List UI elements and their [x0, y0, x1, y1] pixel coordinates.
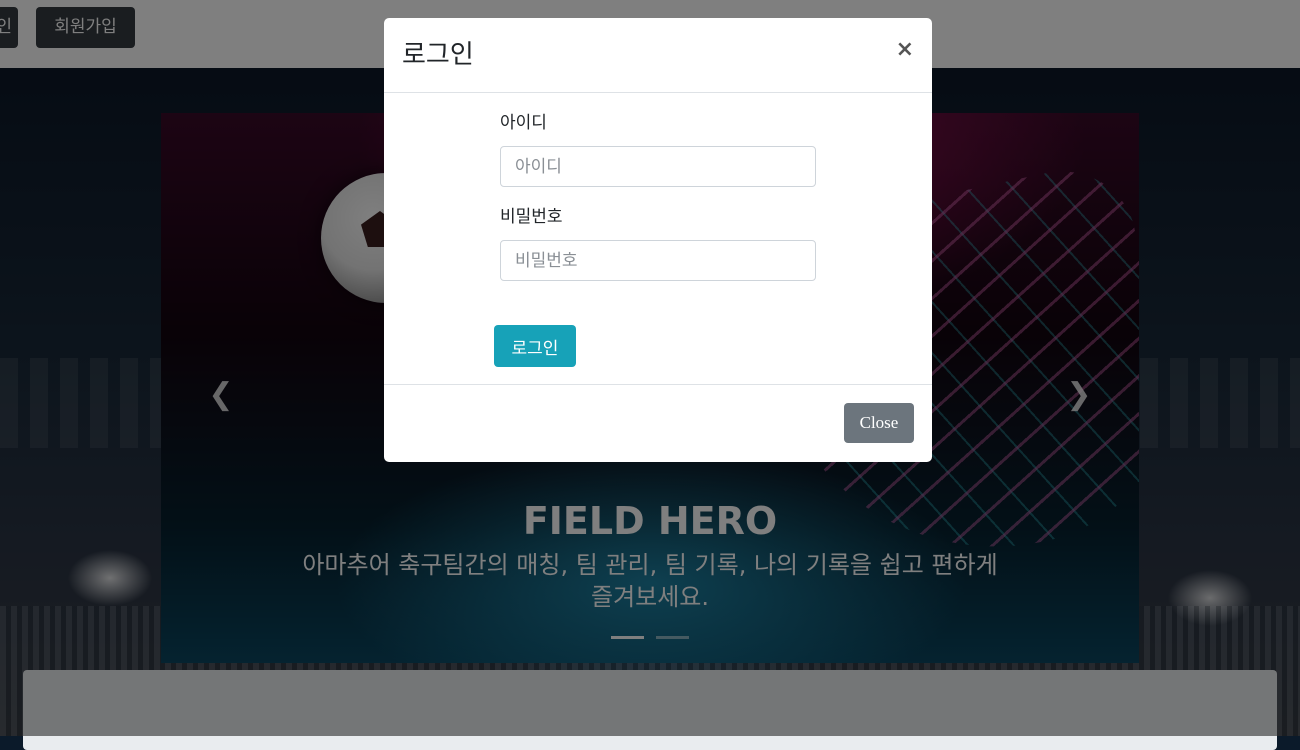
id-label: 아이디: [500, 113, 547, 133]
password-input[interactable]: [500, 240, 816, 281]
close-icon[interactable]: ×: [896, 36, 914, 64]
modal-title: 로그인: [402, 40, 474, 70]
login-modal: 로그인 × 아이디 비밀번호 로그인 Close: [384, 18, 932, 462]
login-submit-button[interactable]: 로그인: [494, 325, 576, 367]
id-input[interactable]: [500, 146, 816, 187]
close-button[interactable]: Close: [844, 403, 914, 443]
password-label: 비밀번호: [500, 207, 563, 227]
modal-footer: Close: [384, 384, 932, 462]
modal-header: 로그인 ×: [384, 18, 932, 93]
